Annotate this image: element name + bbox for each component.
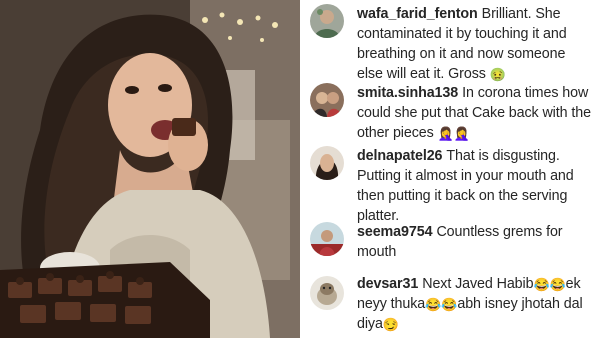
avatar-image: [310, 146, 344, 180]
comment-text: seema9754 Countless grems for mouth: [357, 222, 595, 262]
comments-panel: wafa_farid_fenton Brilliant. She contamin…: [300, 0, 600, 338]
comment-text: smita.sinha138 In corona times how could …: [357, 83, 595, 143]
post-photo: [0, 0, 300, 338]
comment-body-part1: Next Javed Habib: [422, 276, 534, 292]
avatar[interactable]: [310, 276, 344, 310]
avatar[interactable]: [310, 83, 344, 117]
facepalm-emoji-icon: 🤦‍♀️🤦‍♀️: [437, 126, 470, 141]
avatar[interactable]: [310, 4, 344, 38]
comment-username[interactable]: delnapatel26: [357, 148, 443, 164]
photo-illustration: [0, 0, 300, 338]
smirk-emoji-icon: 😏: [382, 317, 399, 332]
nauseated-emoji-icon: 🤢: [489, 67, 506, 82]
avatar[interactable]: [310, 222, 344, 256]
avatar[interactable]: [310, 146, 344, 180]
avatar-image: [310, 4, 344, 38]
comment-text: devsar31 Next Javed Habib😂😂ek neyy thuka😂…: [357, 274, 595, 334]
comment-username[interactable]: wafa_farid_fenton: [357, 6, 478, 22]
comment-username[interactable]: smita.sinha138: [357, 85, 458, 101]
screenshot: wafa_farid_fenton Brilliant. She contamin…: [0, 0, 600, 338]
laughing-emoji-icon: 😂😂: [533, 277, 566, 292]
avatar-image: [310, 83, 344, 117]
avatar-image: [310, 222, 344, 256]
comment-username[interactable]: seema9754: [357, 224, 433, 240]
comment-username[interactable]: devsar31: [357, 276, 418, 292]
comment-text: wafa_farid_fenton Brilliant. She contamin…: [357, 4, 595, 84]
avatar-image: [310, 276, 344, 310]
laughing-emoji-icon: 😂😂: [425, 297, 458, 312]
comment-text: delnapatel26 That is disgusting. Putting …: [357, 146, 595, 226]
